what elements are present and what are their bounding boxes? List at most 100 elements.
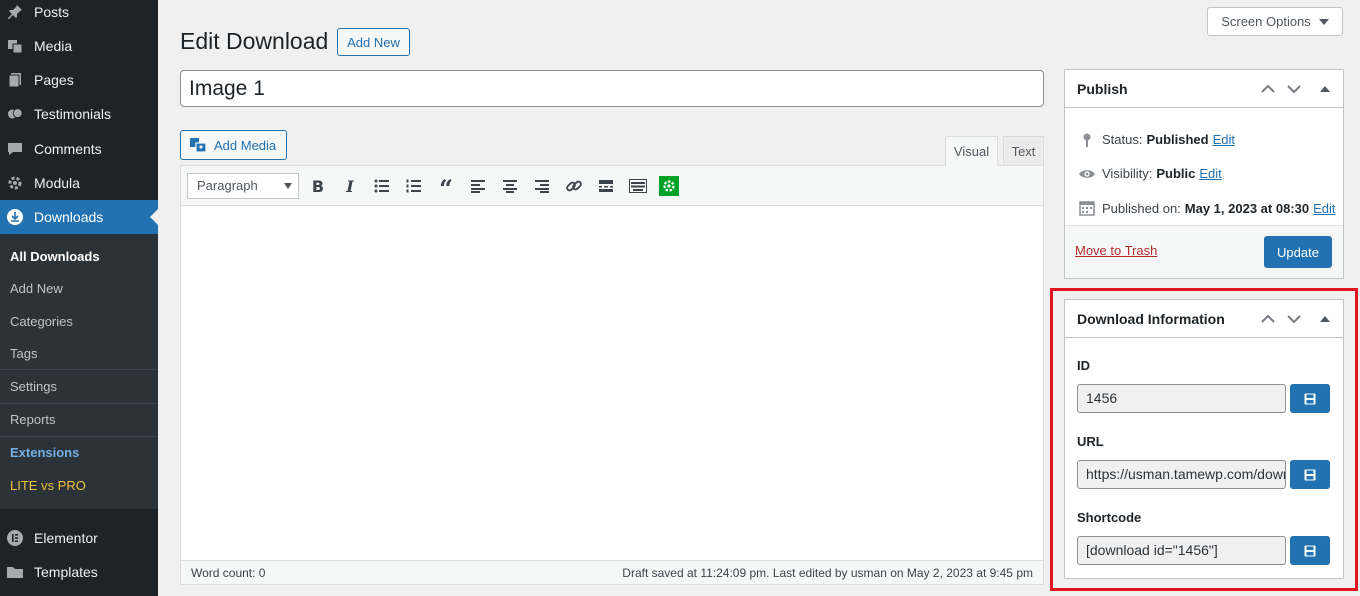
move-down-icon[interactable] <box>1286 311 1302 327</box>
italic-button[interactable]: I <box>339 175 361 197</box>
content-editor[interactable]: Paragraph B I “ Word count: 0 Draft save… <box>180 165 1044 585</box>
insert-link-button[interactable] <box>563 175 585 197</box>
word-count: Word count: 0 <box>191 566 266 580</box>
bold-button[interactable]: B <box>307 175 329 197</box>
quote-icon: “ <box>439 174 453 203</box>
submenu-categories[interactable]: Categories <box>10 312 73 332</box>
edit-date-link[interactable]: Edit <box>1313 201 1335 216</box>
bullet-list-button[interactable] <box>371 175 393 197</box>
move-up-icon[interactable] <box>1260 81 1276 97</box>
move-to-trash-link[interactable]: Move to Trash <box>1075 243 1157 258</box>
publish-box-header: Publish <box>1065 70 1343 108</box>
sidebar-item-label: Posts <box>34 4 70 20</box>
post-title-input[interactable]: Image 1 <box>180 70 1044 107</box>
collapse-toggle-icon[interactable] <box>1317 81 1333 97</box>
submenu-add-new[interactable]: Add New <box>10 279 63 299</box>
read-more-icon <box>599 180 613 192</box>
read-more-button[interactable] <box>595 175 617 197</box>
align-right-icon <box>535 180 549 193</box>
sidebar-item-media[interactable]: Media <box>0 29 158 63</box>
italic-icon: I <box>346 176 354 196</box>
edit-visibility-link[interactable]: Edit <box>1199 166 1221 181</box>
downloads-submenu: All Downloads Add New Categories Tags Se… <box>0 234 158 509</box>
sidebar-item-templates[interactable]: Templates <box>0 555 158 589</box>
sidebar-item-modula[interactable]: Modula <box>0 166 158 200</box>
caret-down-icon <box>1318 18 1329 25</box>
gallery-plugin-button[interactable] <box>659 176 679 196</box>
sidebar-item-label: Media <box>34 38 73 54</box>
sidebar-item-label: Testimonials <box>34 106 112 122</box>
id-field[interactable]: 1456 <box>1077 384 1286 413</box>
sidebar-item-label: Modula <box>34 175 80 191</box>
add-new-button[interactable]: Add New <box>337 28 410 56</box>
eye-icon <box>1077 168 1097 180</box>
sidebar-item-elementor[interactable]: Elementor <box>0 521 158 555</box>
screen-options-label: Screen Options <box>1221 14 1311 29</box>
submenu-extensions[interactable]: Extensions <box>10 443 79 463</box>
publish-visibility-row: Visibility: Public Edit <box>1077 166 1222 181</box>
submenu-tags[interactable]: Tags <box>10 344 37 364</box>
active-indicator <box>150 209 158 225</box>
sidebar-item-pages[interactable]: Pages <box>0 63 158 97</box>
shortcode-label: Shortcode <box>1077 510 1142 525</box>
elementor-icon <box>7 530 23 546</box>
status-value: Published <box>1146 132 1209 147</box>
published-on-value: May 1, 2023 at 08:30 <box>1184 200 1310 216</box>
tab-text[interactable]: Text <box>1003 136 1044 166</box>
sidebar-item-testimonials[interactable]: Testimonials <box>0 97 158 131</box>
submenu-all-downloads[interactable]: All Downloads <box>10 247 100 267</box>
editor-toolbar: Paragraph B I “ <box>181 166 1043 206</box>
url-field[interactable]: https://usman.tamewp.com/download/image-… <box>1077 460 1286 489</box>
align-center-icon <box>503 180 517 193</box>
save-icon <box>1304 545 1316 556</box>
pages-icon <box>7 72 23 88</box>
visibility-label: Visibility: <box>1102 166 1153 181</box>
sidebar-item-comments[interactable]: Comments <box>0 132 158 166</box>
tab-visual[interactable]: Visual <box>945 136 998 166</box>
save-icon <box>1304 469 1316 480</box>
divider <box>0 369 158 370</box>
align-right-button[interactable] <box>531 175 553 197</box>
publish-box: Publish Status: Published Edit Visibilit… <box>1064 69 1344 279</box>
save-icon <box>1304 393 1316 404</box>
move-up-icon[interactable] <box>1260 311 1276 327</box>
gear-icon <box>7 175 23 191</box>
sidebar-item-label: Comments <box>34 141 102 157</box>
sidebar-item-label: Templates <box>34 564 98 580</box>
align-left-button[interactable] <box>467 175 489 197</box>
copy-id-button[interactable] <box>1290 384 1330 413</box>
toolbar-toggle-button[interactable] <box>627 175 649 197</box>
submenu-settings[interactable]: Settings <box>10 377 57 397</box>
calendar-icon <box>1077 200 1097 216</box>
sidebar-item-label: Downloads <box>34 209 104 225</box>
collapse-toggle-icon[interactable] <box>1317 311 1333 327</box>
testimonials-icon <box>7 106 23 122</box>
download-information-box: Download Information ID 1456 URL https:/… <box>1064 299 1344 579</box>
add-media-button[interactable]: Add Media <box>180 130 287 160</box>
align-center-button[interactable] <box>499 175 521 197</box>
screen-options-button[interactable]: Screen Options <box>1207 7 1343 36</box>
update-button[interactable]: Update <box>1264 236 1332 268</box>
submenu-lite-vs-pro[interactable]: LITE vs PRO <box>10 476 86 496</box>
caret-down-icon <box>284 183 292 189</box>
blockquote-button[interactable]: “ <box>435 174 457 203</box>
format-select[interactable]: Paragraph <box>187 173 299 199</box>
sidebar-item-downloads[interactable]: Downloads <box>0 200 158 234</box>
sidebar-item-label: Elementor <box>34 530 98 546</box>
copy-shortcode-button[interactable] <box>1290 536 1330 565</box>
plugin-gear-icon <box>663 180 675 192</box>
move-down-icon[interactable] <box>1286 81 1302 97</box>
pin-icon <box>1077 133 1097 147</box>
publish-box-title: Publish <box>1077 80 1128 97</box>
draft-saved-notice: Draft saved at 11:24:09 pm. Last edited … <box>622 566 1033 580</box>
submenu-reports[interactable]: Reports <box>10 410 56 430</box>
url-label: URL <box>1077 434 1104 449</box>
sidebar-item-posts[interactable]: Posts <box>0 0 158 29</box>
copy-url-button[interactable] <box>1290 460 1330 489</box>
shortcode-field[interactable]: [download id="1456"] <box>1077 536 1286 565</box>
bold-icon: B <box>311 176 325 196</box>
numbered-list-button[interactable] <box>403 175 425 197</box>
edit-status-link[interactable]: Edit <box>1213 132 1235 147</box>
pin-icon <box>7 4 23 20</box>
download-information-header: Download Information <box>1065 300 1343 338</box>
